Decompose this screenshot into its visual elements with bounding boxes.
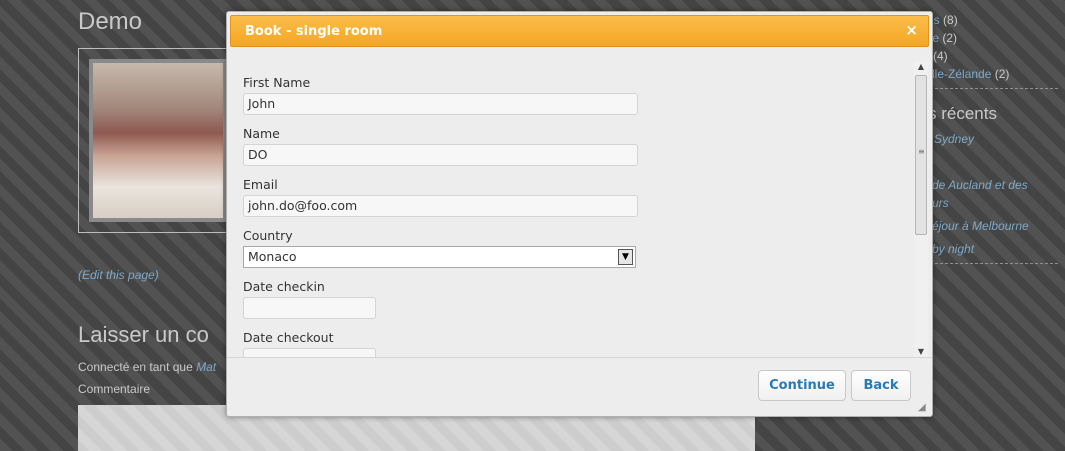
dialog-titlebar[interactable]: Book - single room × — [230, 15, 929, 47]
recent-post-link[interactable]: Sydney — [934, 132, 974, 146]
sidebar-category-count: (8) — [943, 13, 958, 27]
name-label: Name — [243, 126, 280, 141]
date-checkin-field[interactable] — [243, 297, 376, 319]
back-button[interactable]: Back — [851, 370, 911, 401]
first-name-label: First Name — [243, 75, 311, 90]
recent-post-link-text[interactable]: Sydney — [934, 132, 974, 146]
chevron-down-icon[interactable]: ▼ — [618, 249, 633, 265]
recent-post-link-text[interactable]: de Aucland et des — [932, 178, 1028, 192]
close-icon[interactable]: × — [905, 21, 918, 39]
dialog-scrollbar[interactable]: ▲ ≡ ▼ — [914, 61, 928, 358]
dialog-footer-divider — [227, 357, 932, 358]
continue-button[interactable]: Continue — [758, 370, 846, 401]
comment-label: Commentaire — [78, 382, 151, 396]
email-label: Email — [243, 177, 278, 192]
connected-as-text: Connecté en tant que Mat — [78, 360, 216, 374]
scrollbar-thumb[interactable]: ≡ — [915, 75, 927, 235]
sidebar-category-link[interactable]: lle-Zélande — [932, 67, 991, 81]
booking-form: First Name John Name DO Email john.do@fo… — [230, 50, 929, 358]
sidebar-category-count: (2) — [994, 67, 1010, 81]
recent-post-link[interactable]: urs — [932, 196, 949, 210]
connected-user-link[interactable]: Mat — [196, 360, 216, 374]
sidebar-category-count: (4) — [933, 49, 948, 63]
recent-post-link-text[interactable]: by night — [932, 242, 974, 256]
recent-posts-heading: s récents — [928, 104, 997, 123]
country-label: Country — [243, 228, 293, 243]
sidebar-category[interactable]: (4) — [933, 49, 948, 63]
recent-post-link[interactable]: éjour à Melbourne — [932, 219, 1029, 233]
recent-post-link-text[interactable]: urs — [932, 196, 949, 210]
resize-handle-icon[interactable]: ◢ — [918, 402, 929, 413]
booking-dialog: Book - single room × First Name John Nam… — [226, 11, 933, 417]
email-field[interactable]: john.do@foo.com — [243, 195, 638, 217]
date-checkin-label: Date checkin — [243, 279, 325, 294]
date-checkout-label: Date checkout — [243, 330, 334, 345]
sidebar-category-count: (2) — [942, 31, 958, 45]
post-image-frame — [78, 48, 238, 233]
recent-post-link[interactable]: by night — [932, 242, 974, 256]
country-select[interactable]: Monaco ▼ — [243, 246, 636, 268]
dialog-title: Book - single room — [245, 24, 383, 39]
scroll-up-icon[interactable]: ▲ — [914, 61, 928, 73]
post-title: Demo — [78, 8, 143, 35]
country-select-value: Monaco — [248, 249, 297, 264]
grip-icon: ≡ — [918, 147, 925, 156]
sidebar-category[interactable]: lle-Zélande (2) — [932, 67, 1009, 81]
name-field[interactable]: DO — [243, 144, 638, 166]
recent-post-link[interactable]: de Aucland et des — [932, 178, 1028, 192]
room-photo[interactable] — [89, 59, 227, 222]
leave-comment-heading: Laisser un co — [78, 322, 209, 347]
first-name-field[interactable]: John — [243, 93, 638, 115]
edit-page-link[interactable]: (Edit this page) — [78, 268, 159, 282]
recent-post-link-text[interactable]: éjour à Melbourne — [932, 219, 1029, 233]
connected-prefix: Connecté en tant que — [78, 360, 193, 374]
